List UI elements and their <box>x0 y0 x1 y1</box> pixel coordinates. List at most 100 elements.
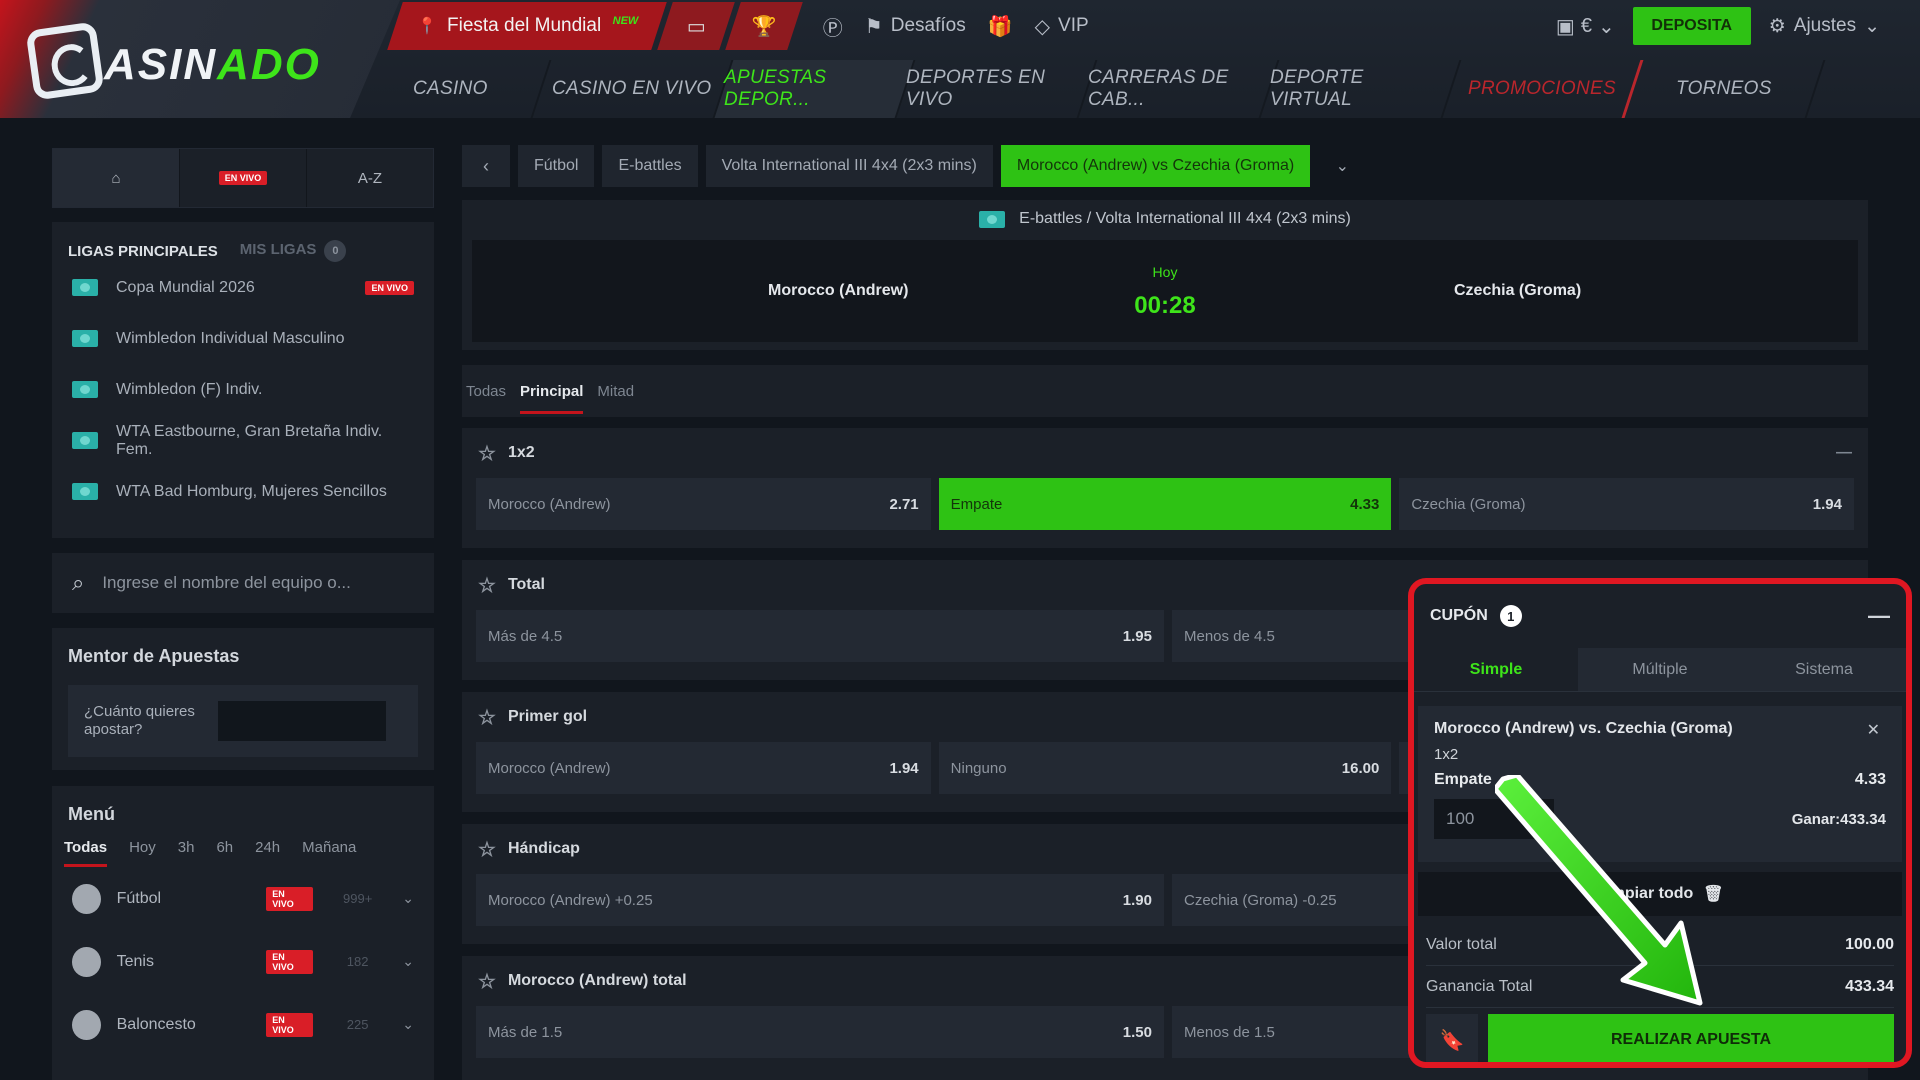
basketball-icon <box>72 1009 101 1040</box>
diamond-icon: ◇ <box>1034 15 1051 38</box>
market-tab-main[interactable]: Principal <box>520 383 584 414</box>
gift-link[interactable]: 🎁 <box>988 14 1013 39</box>
tab-system[interactable]: Sistema <box>1742 648 1906 691</box>
chevron-down-icon[interactable]: ⌄ <box>402 953 414 970</box>
star-icon[interactable]: ☆ <box>478 969 496 994</box>
stake-input[interactable]: 100 <box>1434 799 1554 839</box>
sports-menu: Menú Todas Hoy 3h 6h 24h Mañana Fútbol E… <box>52 786 434 1080</box>
tab-az[interactable]: A-Z <box>307 149 433 207</box>
settings-menu[interactable]: ⚙ Ajustes ⌄ <box>1769 15 1880 38</box>
collapse-icon[interactable]: — <box>1836 444 1852 462</box>
book-icon: ▭ <box>686 15 706 38</box>
odd-button[interactable]: Morocco (Andrew) 1.94 <box>476 742 931 794</box>
star-icon[interactable]: ☆ <box>478 573 496 598</box>
filter-all[interactable]: Todas <box>64 839 108 867</box>
nav-virtual[interactable]: DEPORTE VIRTUAL <box>1260 60 1462 118</box>
challenges-link[interactable]: ⚑ Desafíos <box>865 14 966 39</box>
chevron-down-icon[interactable]: ⌄ <box>402 1016 414 1033</box>
sidebar-tabs: ⌂ EN VIVO A-Z <box>52 148 434 208</box>
nav-sports[interactable]: APUESTAS DEPOR... <box>714 60 916 118</box>
clear-all-button[interactable]: Limpiar todo 🗑 <box>1418 872 1902 916</box>
book-tab[interactable]: ▭ <box>656 2 735 50</box>
nav-casino[interactable]: CASINO <box>350 60 552 118</box>
flag-icon <box>72 381 98 398</box>
my-leagues-tab[interactable]: MIS LIGAS 0 <box>240 240 347 262</box>
nav-promotions[interactable]: PROMOCIONES <box>1442 60 1644 118</box>
nav-horse-racing[interactable]: CARRERAS DE CAB... <box>1078 60 1280 118</box>
my-leagues-count: 0 <box>324 240 347 262</box>
vip-link[interactable]: ◇ VIP <box>1035 14 1089 39</box>
settings-label: Ajustes <box>1793 15 1857 36</box>
trash-icon: 🗑 <box>1703 886 1724 903</box>
place-bet-button[interactable]: REALIZAR APUESTA <box>1488 1014 1894 1062</box>
flag-icon <box>72 483 98 500</box>
star-icon[interactable]: ☆ <box>478 441 496 466</box>
wallet-selector[interactable]: ▣ € ⌄ <box>1556 14 1615 39</box>
tab-single[interactable]: Simple <box>1414 648 1578 691</box>
market-filter-tabs: Todas Principal Mitad <box>462 365 1868 417</box>
league-item[interactable]: WTA Eastbourne, Gran Bretaña Indiv. Fem. <box>52 415 434 466</box>
tab-live[interactable]: EN VIVO <box>180 149 307 207</box>
sport-item-tennis[interactable]: Tenis EN VIVO 182 ⌄ <box>52 930 434 993</box>
odd-button[interactable]: Ninguno 16.00 <box>938 742 1392 794</box>
chevron-down-icon[interactable]: ⌄ <box>402 890 414 907</box>
menu-title: Menú <box>68 804 115 824</box>
odd-button[interactable]: Más de 4.5 1.95 <box>476 610 1164 662</box>
soccer-ball-icon <box>72 883 101 914</box>
star-icon[interactable]: ☆ <box>478 705 496 730</box>
market-tab-all[interactable]: Todas <box>466 383 506 400</box>
bookmark-button[interactable]: 🔖 <box>1426 1014 1478 1062</box>
search-input[interactable] <box>102 573 403 593</box>
nav-tournaments[interactable]: TORNEOS <box>1624 60 1826 118</box>
breadcrumb-football[interactable]: Fútbol <box>518 145 595 187</box>
odd-button-selected[interactable]: Empate 4.33 <box>938 478 1392 530</box>
minimize-icon[interactable]: — <box>1868 603 1890 629</box>
market-tab-half[interactable]: Mitad <box>597 383 634 400</box>
filter-3h[interactable]: 3h <box>178 839 195 867</box>
flag-icon <box>72 330 98 347</box>
breadcrumb-league[interactable]: Volta International III 4x4 (2x3 mins) <box>705 145 993 187</box>
filter-24h[interactable]: 24h <box>255 839 280 867</box>
league-item[interactable]: WTA Bad Homburg, Mujeres Sencillos <box>52 466 434 517</box>
deposit-button[interactable]: DEPOSITA <box>1632 7 1751 45</box>
home-icon: ⌂ <box>111 169 121 187</box>
odd-button[interactable]: Morocco (Andrew) 2.71 <box>476 478 931 530</box>
flag-icon <box>979 210 1006 228</box>
league-item[interactable]: Copa Mundial 2026 EN VIVO <box>52 262 434 313</box>
promo-tab-mundial[interactable]: 📍 Fiesta del Mundial NEW <box>387 2 667 50</box>
star-icon[interactable]: ☆ <box>478 837 496 862</box>
bet-type-tabs: Simple Múltiple Sistema <box>1414 648 1906 692</box>
bet-slip-header: CUPÓN 1 — <box>1414 584 1906 648</box>
sport-item-basketball[interactable]: Baloncesto EN VIVO 225 ⌄ <box>52 993 434 1056</box>
leagues-title[interactable]: LIGAS PRINCIPALES <box>68 243 218 260</box>
points-link[interactable]: Ⓟ <box>823 12 843 41</box>
nav-casino-live[interactable]: CASINO EN VIVO <box>532 60 734 118</box>
breadcrumb-ebattles[interactable]: E-battles <box>602 145 698 187</box>
close-icon[interactable]: ✕ <box>1867 720 1880 740</box>
filter-6h[interactable]: 6h <box>216 839 233 867</box>
breadcrumb-more[interactable]: ⌄ <box>1318 145 1366 187</box>
points-icon: Ⓟ <box>822 17 843 40</box>
event-count: 225 <box>346 1017 369 1032</box>
chevron-down-icon: ⌄ <box>1597 15 1615 38</box>
sport-item-football[interactable]: Fútbol EN VIVO 999+ ⌄ <box>52 867 434 930</box>
nav-live-sports[interactable]: DEPORTES EN VIVO <box>896 60 1098 118</box>
trophy-tab[interactable]: 🏆 <box>724 2 803 50</box>
total-stake-row: Valor total 100.00 <box>1426 924 1894 966</box>
mentor-amount-input[interactable] <box>218 701 386 741</box>
odd-button[interactable]: Morocco (Andrew) +0.25 1.90 <box>476 874 1164 926</box>
league-item[interactable]: Wimbledon (F) Indiv. <box>52 364 434 415</box>
breadcrumb-match[interactable]: Morocco (Andrew) vs Czechia (Groma) <box>1000 145 1311 187</box>
away-team: Czechia (Groma) <box>1454 282 1582 299</box>
odd-button[interactable]: Czechia (Groma) 1.94 <box>1399 478 1854 530</box>
filter-today[interactable]: Hoy <box>129 839 156 867</box>
sport-name: Tenis <box>116 952 154 970</box>
league-item[interactable]: Wimbledon Individual Masculino <box>52 313 434 364</box>
back-button[interactable]: ‹ <box>462 145 510 187</box>
league-name: Copa Mundial 2026 <box>116 278 255 296</box>
tab-multiple[interactable]: Múltiple <box>1578 648 1742 691</box>
logo-area[interactable]: ASINADO <box>0 0 400 118</box>
tab-home[interactable]: ⌂ <box>53 149 180 207</box>
odd-button[interactable]: Más de 1.5 1.50 <box>476 1006 1164 1058</box>
filter-tomorrow[interactable]: Mañana <box>302 839 356 867</box>
